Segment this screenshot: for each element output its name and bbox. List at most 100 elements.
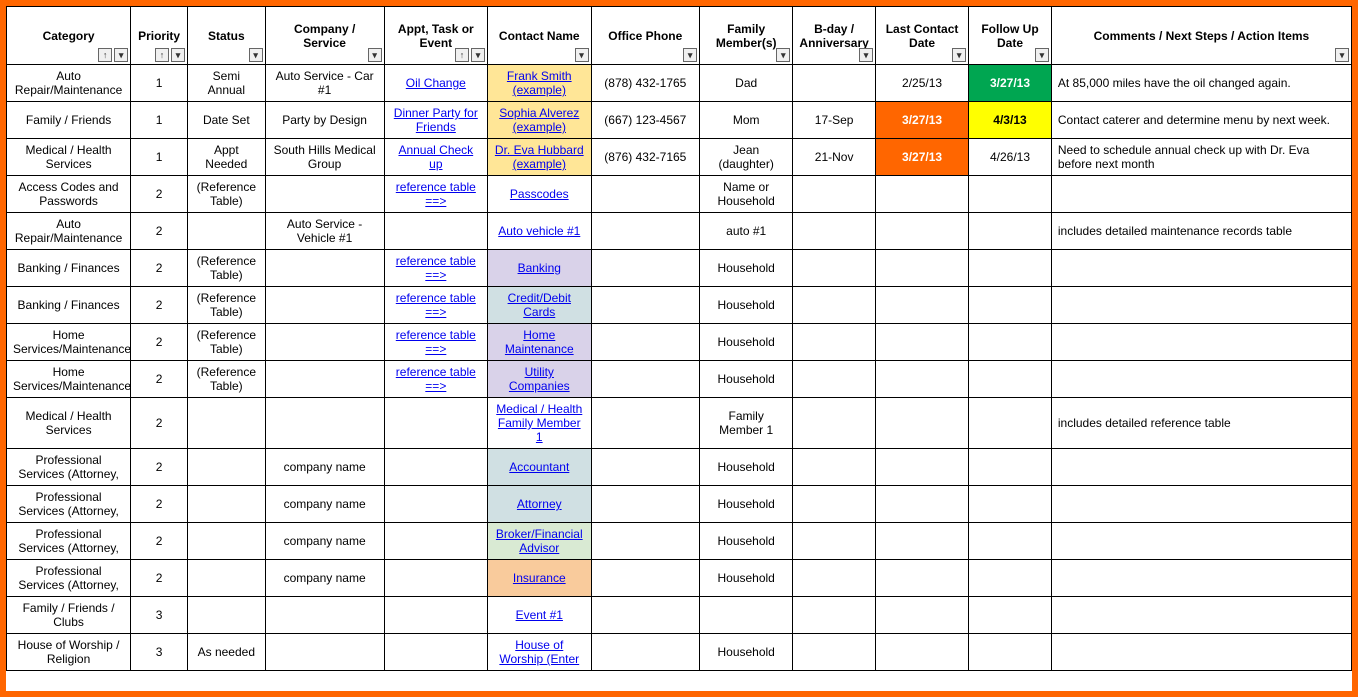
task-link[interactable]: reference table ==> (396, 365, 476, 393)
cell-text: (667) 123-4567 (604, 113, 686, 127)
column-header: Company / Service (265, 7, 384, 65)
cell-text: Dad (735, 76, 757, 90)
contact-link[interactable]: Utility Companies (509, 365, 570, 393)
cell (265, 250, 384, 287)
filter-button[interactable] (471, 48, 485, 62)
contact-link[interactable]: House of Worship (Enter (499, 638, 579, 666)
contact-link[interactable]: Auto vehicle #1 (498, 224, 580, 238)
task-link[interactable]: Dinner Party for Friends (394, 106, 478, 134)
cell (1051, 486, 1351, 523)
column-header: Follow Up Date (969, 7, 1052, 65)
table-row: Medical / Health Services1Appt NeededSou… (7, 139, 1352, 176)
cell-text: Auto Service - Vehicle #1 (287, 217, 362, 245)
cell (876, 523, 969, 560)
cell-text: 1 (156, 150, 163, 164)
contact-link[interactable]: Banking (518, 261, 561, 275)
contact-link[interactable]: Accountant (509, 460, 569, 474)
cell-text: 2 (156, 571, 163, 585)
cell (188, 597, 266, 634)
contact-link[interactable]: Dr. Eva Hubbard (example) (495, 143, 584, 171)
cell: 2 (131, 287, 188, 324)
cell: Auto Service - Vehicle #1 (265, 213, 384, 250)
cell-text: 17-Sep (815, 113, 854, 127)
cell: Passcodes (488, 176, 591, 213)
table-row: Access Codes and Passwords2(Reference Ta… (7, 176, 1352, 213)
cell-text: 3 (156, 608, 163, 622)
contact-link[interactable]: Event #1 (516, 608, 563, 622)
cell (969, 486, 1052, 523)
contact-link[interactable]: Credit/Debit Cards (508, 291, 571, 319)
filter-button[interactable] (249, 48, 263, 62)
contact-link[interactable]: Passcodes (510, 187, 569, 201)
filter-button[interactable] (776, 48, 790, 62)
sort-button[interactable] (155, 48, 169, 62)
filter-button[interactable] (683, 48, 697, 62)
column-header: Family Member(s) (700, 7, 793, 65)
filter-button[interactable] (575, 48, 589, 62)
task-link[interactable]: reference table ==> (396, 328, 476, 356)
cell: Household (700, 324, 793, 361)
cell (793, 250, 876, 287)
cell (384, 634, 487, 671)
cell-text: Household (717, 261, 774, 275)
cell (793, 65, 876, 102)
contact-link[interactable]: Attorney (517, 497, 562, 511)
task-link[interactable]: Oil Change (406, 76, 466, 90)
cell (876, 597, 969, 634)
cell: Auto Service - Car #1 (265, 65, 384, 102)
cell (876, 486, 969, 523)
task-link[interactable]: reference table ==> (396, 254, 476, 282)
column-header: Office Phone (591, 7, 700, 65)
cell: Semi Annual (188, 65, 266, 102)
filter-button[interactable] (859, 48, 873, 62)
filter-button[interactable] (114, 48, 128, 62)
cell (1051, 634, 1351, 671)
cell (1051, 176, 1351, 213)
filter-button[interactable] (171, 48, 185, 62)
cell: Oil Change (384, 65, 487, 102)
contact-link[interactable]: Medical / Health Family Member 1 (496, 402, 582, 444)
cell: (Reference Table) (188, 176, 266, 213)
cell-text: company name (284, 571, 366, 585)
task-link[interactable]: Annual Check up (398, 143, 473, 171)
cell: company name (265, 449, 384, 486)
cell (876, 361, 969, 398)
cell-text: Name or Household (717, 180, 774, 208)
cell: Auto vehicle #1 (488, 213, 591, 250)
cell: 1 (131, 65, 188, 102)
sort-button[interactable] (455, 48, 469, 62)
cell-text: South Hills Medical Group (274, 143, 376, 171)
table-row: House of Worship / Religion3As neededHou… (7, 634, 1352, 671)
cell (384, 523, 487, 560)
cell-text: 2/25/13 (902, 76, 942, 90)
cell: 2 (131, 250, 188, 287)
filter-button[interactable] (1335, 48, 1349, 62)
filter-button[interactable] (952, 48, 966, 62)
cell: (Reference Table) (188, 324, 266, 361)
task-link[interactable]: reference table ==> (396, 291, 476, 319)
table-row: Family / Friends1Date SetParty by Design… (7, 102, 1352, 139)
sort-button[interactable] (98, 48, 112, 62)
cell: Date Set (188, 102, 266, 139)
contact-link[interactable]: Broker/Financial Advisor (496, 527, 583, 555)
cell: Medical / Health Services (7, 398, 131, 449)
task-link[interactable]: reference table ==> (396, 180, 476, 208)
cell (969, 250, 1052, 287)
cell-text: 3/27/13 (902, 150, 942, 164)
contact-link[interactable]: Frank Smith (example) (507, 69, 572, 97)
cell-text: Banking / Finances (18, 261, 120, 275)
cell: 2 (131, 324, 188, 361)
contact-link[interactable]: Home Maintenance (505, 328, 574, 356)
cell-text: Professional Services (Attorney, (18, 564, 118, 592)
filter-button[interactable] (1035, 48, 1049, 62)
cell: Family Member 1 (700, 398, 793, 449)
cell: Annual Check up (384, 139, 487, 176)
cell-text: Need to schedule annual check up with Dr… (1058, 143, 1309, 171)
cell: 1 (131, 102, 188, 139)
cell-text: 21-Nov (815, 150, 854, 164)
cell (591, 597, 700, 634)
filter-button[interactable] (368, 48, 382, 62)
contact-link[interactable]: Sophia Alverez (example) (499, 106, 579, 134)
contact-link[interactable]: Insurance (513, 571, 566, 585)
cell: Household (700, 560, 793, 597)
